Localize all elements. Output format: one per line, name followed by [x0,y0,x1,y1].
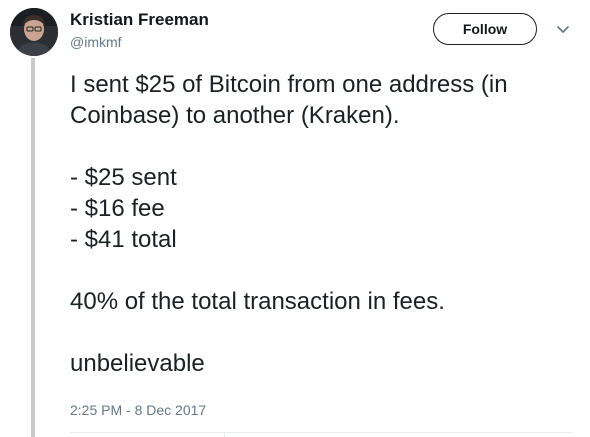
avatar[interactable] [10,8,58,56]
tweet-timestamp[interactable]: 2:25 PM - 8 Dec 2017 [70,402,206,418]
follow-button[interactable]: Follow [433,13,537,45]
tweet-text: I sent $25 of Bitcoin from one address (… [70,69,582,379]
divider-tick [224,432,225,437]
chevron-down-icon [557,26,569,33]
avatar-photo [10,8,58,56]
tweet-line: unbelievable [70,350,205,377]
divider [70,432,572,433]
author-name[interactable]: Kristian Freeman [70,10,209,30]
tweet-line: - $41 total [70,226,177,253]
thread-line [31,58,35,437]
tweet-line: Coinbase) to another (Kraken). [70,102,400,129]
author-handle[interactable]: @imkmf [70,34,122,50]
more-menu-button[interactable] [554,22,572,38]
tweet-line: I sent $25 of Bitcoin from one address (… [70,71,508,98]
tweet-line: - $16 fee [70,195,165,222]
tweet-line: - $25 sent [70,164,177,191]
tweet-line: 40% of the total transaction in fees. [70,288,445,315]
